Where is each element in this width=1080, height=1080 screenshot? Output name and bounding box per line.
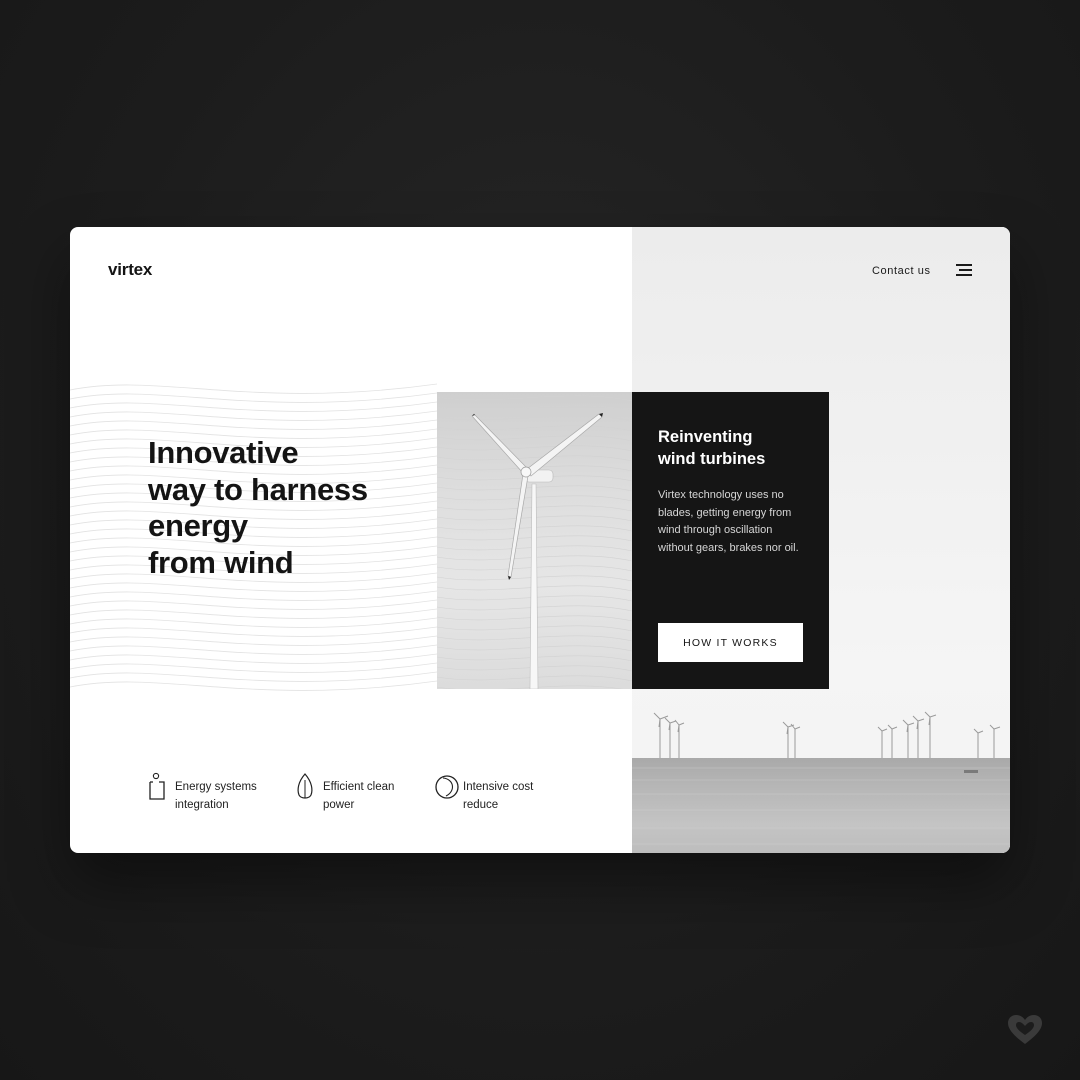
feature-label: Intensive cost reduce — [463, 779, 573, 814]
feature-label-line: reduce — [463, 798, 499, 811]
hero-headline: Innovative way to harness energy from wi… — [148, 435, 428, 581]
leaf-icon — [297, 773, 313, 799]
feature-label-line: Efficient clean — [323, 781, 395, 793]
panel-description: Virtex technology uses no blades, gettin… — [658, 489, 799, 554]
energy-systems-icon — [149, 772, 165, 800]
heart-icon — [1008, 1015, 1042, 1044]
contact-link[interactable]: Contact us — [872, 265, 931, 277]
panel-title-line: wind turbines — [658, 450, 766, 468]
panel-title: Reinventing wind turbines — [658, 426, 818, 470]
headline-line: way to harness — [148, 471, 368, 507]
info-panel: Reinventing wind turbines Virtex technol… — [632, 392, 829, 689]
moon-cost-icon — [435, 775, 459, 799]
wind-turbine-photo — [437, 392, 632, 689]
headline-line: from wind — [148, 544, 294, 580]
landing-card: virtex Contact us Innovative way to harn… — [70, 227, 1010, 853]
sea-surface — [632, 758, 1010, 853]
panel-title-line: Reinventing — [658, 428, 753, 446]
headline-line: Innovative — [148, 435, 299, 470]
feature-label-line: Intensive cost — [463, 781, 534, 793]
hamburger-menu-icon[interactable] — [954, 264, 972, 278]
feature-label-line: power — [323, 798, 355, 811]
feature-label: Energy systems integration — [175, 779, 285, 814]
feature-label-line: Energy systems — [175, 781, 257, 793]
feature-label: Efficient clean power — [323, 779, 433, 814]
how-it-works-button[interactable]: HOW IT WORKS — [658, 623, 803, 662]
feature-label-line: integration — [175, 798, 229, 811]
headline-line: energy — [148, 508, 248, 543]
logo[interactable]: virtex — [108, 260, 152, 280]
